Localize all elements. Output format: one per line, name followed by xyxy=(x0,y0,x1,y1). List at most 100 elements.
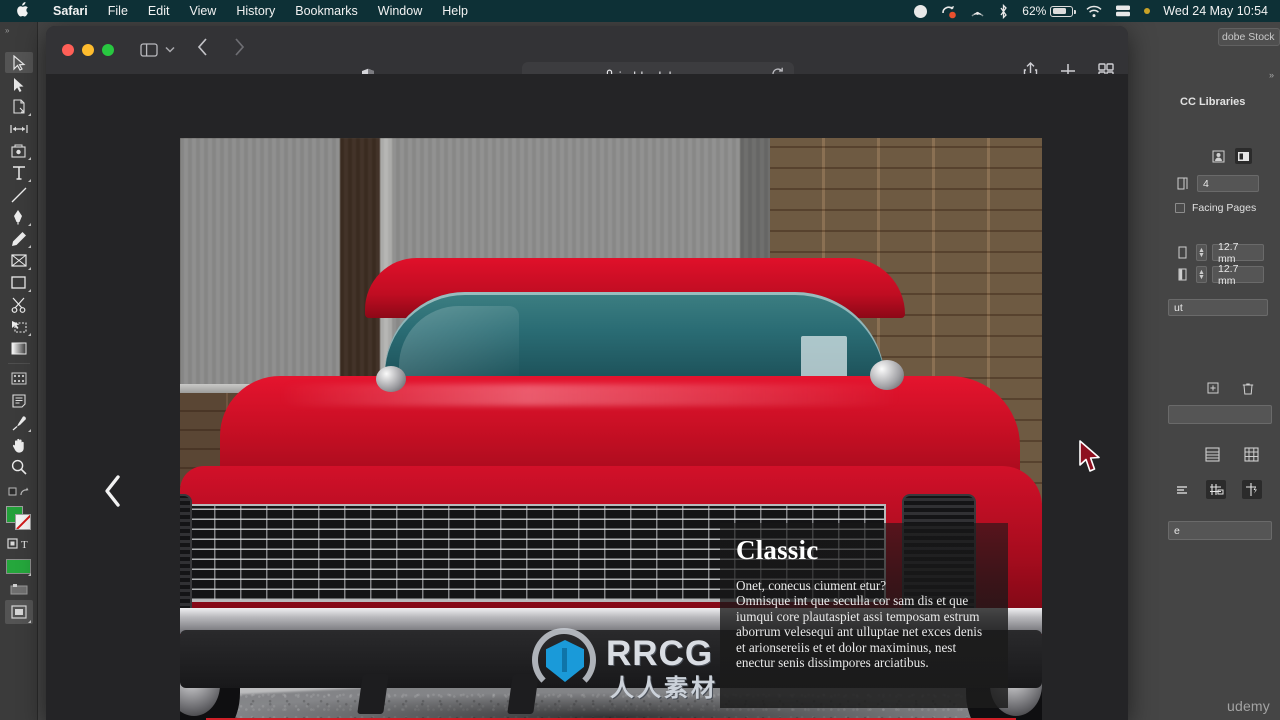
watermark-subtext: 人人素材 xyxy=(610,675,718,702)
new-layer-icon[interactable] xyxy=(1204,380,1221,396)
margin-top-input[interactable]: 12.7 mm xyxy=(1212,241,1264,265)
slide-caption: Classic Onet, conecus ciument etur? Omni… xyxy=(720,523,1008,708)
caption-line: enectur senis dissimpores arciatibus. xyxy=(736,655,929,671)
menu-item-view[interactable]: View xyxy=(179,0,226,22)
table-grid-icon[interactable] xyxy=(1243,446,1260,462)
table-rows-icon[interactable] xyxy=(1204,446,1221,462)
udemy-logo: udemy xyxy=(1226,698,1270,714)
app-badge-icon[interactable] xyxy=(940,4,957,19)
trash-icon[interactable] xyxy=(1239,380,1256,396)
smart-guide-icon[interactable] xyxy=(1242,480,1262,499)
menu-item-safari[interactable]: Safari xyxy=(43,0,98,22)
menu-item-edit[interactable]: Edit xyxy=(138,0,180,22)
minimize-window-button[interactable] xyxy=(82,44,94,56)
pages-icon xyxy=(1174,176,1191,192)
caption-line: et arionsereiis et et dolor maximinus, n… xyxy=(736,639,957,655)
apple-logo-icon[interactable] xyxy=(16,1,29,19)
pages-count-input[interactable]: 4 xyxy=(1197,175,1259,192)
facing-pages-label: Facing Pages xyxy=(1192,202,1257,214)
selection-tool[interactable] xyxy=(4,52,33,73)
screen-root: » T dobe Stock » CC Libraries 4 Facing P… xyxy=(0,0,1280,720)
pencil-tool[interactable] xyxy=(5,228,33,249)
battery-percent-label: 62% xyxy=(1022,4,1047,18)
none-slash-icon xyxy=(16,515,30,529)
close-window-button[interactable] xyxy=(62,44,74,56)
chevron-down-icon[interactable] xyxy=(165,45,175,55)
cc-libraries-panel-header[interactable]: CC Libraries xyxy=(1180,92,1280,112)
pen-tool[interactable] xyxy=(5,206,33,227)
caption-line: Onet, conecus ciument etur? xyxy=(736,578,887,593)
gradient-swatch-tool[interactable] xyxy=(5,338,33,359)
margin-bottom-input[interactable]: 12.7 mm xyxy=(1212,263,1264,287)
caption-title: Classic xyxy=(736,535,819,565)
gradient-feather-tool[interactable] xyxy=(5,368,33,389)
eyedropper-tool[interactable] xyxy=(5,412,33,433)
menu-item-help[interactable]: Help xyxy=(432,0,478,22)
safari-window: indd.adobe.com xyxy=(46,26,1128,720)
page-tool[interactable] xyxy=(5,96,33,117)
free-transform-tool[interactable] xyxy=(5,316,33,337)
previous-slide-button[interactable] xyxy=(101,474,123,514)
margin-top-stepper[interactable]: ▲ ▼ xyxy=(1196,244,1207,261)
layers-field[interactable] xyxy=(1168,405,1272,424)
macos-menu-bar[interactable]: Safari File Edit View History Bookmarks … xyxy=(0,0,1280,22)
apply-color-swatch[interactable] xyxy=(5,555,33,577)
caption-line: aborrum velesequi ant ulluptae net exces… xyxy=(736,624,983,640)
web-page-viewport: Classic Onet, conecus ciument etur? Omni… xyxy=(46,74,1128,720)
caption-line: iumqui core plautaspiet assi temposam es… xyxy=(736,608,980,624)
screen-record-icon[interactable] xyxy=(914,4,928,18)
master-page-icon[interactable] xyxy=(1210,148,1227,164)
forward-button[interactable] xyxy=(234,38,245,62)
margin-top-icon xyxy=(1174,245,1191,261)
type-tool[interactable] xyxy=(5,162,33,183)
menu-item-history[interactable]: History xyxy=(226,0,285,22)
bluetooth-icon[interactable] xyxy=(998,3,1009,19)
indesign-right-panel[interactable]: dobe Stock » CC Libraries 4 Facing Pages… xyxy=(1162,22,1280,720)
gap-tool[interactable] xyxy=(5,118,33,139)
back-button[interactable] xyxy=(197,38,208,62)
content-collector-tool[interactable] xyxy=(5,140,33,161)
caption-body: Onet, conecus ciument etur? Omnisque int… xyxy=(736,578,990,670)
normal-view-mode-icon[interactable] xyxy=(5,578,33,599)
margin-bottom-stepper[interactable]: ▲ ▼ xyxy=(1196,266,1207,283)
zoom-tool[interactable] xyxy=(5,456,33,477)
maximize-window-button[interactable] xyxy=(102,44,114,56)
direct-selection-tool[interactable] xyxy=(5,74,33,95)
fill-stroke-swatches[interactable] xyxy=(5,506,32,530)
safari-toolbar: indd.adobe.com xyxy=(46,26,1128,90)
line-tool[interactable] xyxy=(5,184,33,205)
hand-tool[interactable] xyxy=(5,434,33,455)
menu-bar-status-items[interactable]: 62% Wed 24 May 10:54 xyxy=(914,3,1280,19)
battery-status[interactable]: 62% xyxy=(1022,4,1076,18)
layout-preset-input[interactable]: ut xyxy=(1168,299,1268,316)
frame-tool[interactable] xyxy=(5,250,33,271)
page-layout-icon[interactable] xyxy=(1235,148,1252,164)
menu-item-bookmarks[interactable]: Bookmarks xyxy=(285,0,368,22)
align-icon[interactable] xyxy=(1173,482,1190,498)
note-tool[interactable] xyxy=(5,390,33,411)
window-traffic-lights[interactable] xyxy=(62,44,114,56)
fill-stroke-swap-icon[interactable] xyxy=(5,482,33,503)
airdrop-icon[interactable] xyxy=(970,4,985,19)
sidebar-toggle-icon[interactable] xyxy=(140,43,158,57)
indesign-tools-panel[interactable]: » T xyxy=(0,22,38,720)
scissors-tool[interactable] xyxy=(5,294,33,315)
wifi-icon[interactable] xyxy=(1086,5,1102,18)
rectangle-tool[interactable] xyxy=(5,272,33,293)
menu-bar-clock[interactable]: Wed 24 May 10:54 xyxy=(1163,4,1268,18)
formatting-affects-container-icon[interactable]: T xyxy=(5,533,33,554)
menu-item-file[interactable]: File xyxy=(98,0,138,22)
mouse-pointer-icon xyxy=(1078,440,1102,479)
menu-item-window[interactable]: Window xyxy=(368,0,432,22)
amber-dot-icon xyxy=(1144,8,1151,14)
facing-pages-checkbox[interactable] xyxy=(1175,203,1185,213)
display-icon[interactable] xyxy=(1115,4,1131,18)
bottom-panel-field[interactable]: e xyxy=(1168,521,1272,540)
screen-mode-icon[interactable] xyxy=(4,600,33,624)
tools-collapse-handle[interactable]: » xyxy=(5,26,9,35)
panel-collapse-icon[interactable]: » xyxy=(1269,70,1274,80)
battery-icon xyxy=(1050,5,1076,17)
grid-lock-icon[interactable] xyxy=(1206,480,1226,499)
adobe-stock-search-field[interactable]: dobe Stock xyxy=(1218,28,1280,46)
rrcg-watermark: RRCG 人人素材 xyxy=(532,628,752,702)
